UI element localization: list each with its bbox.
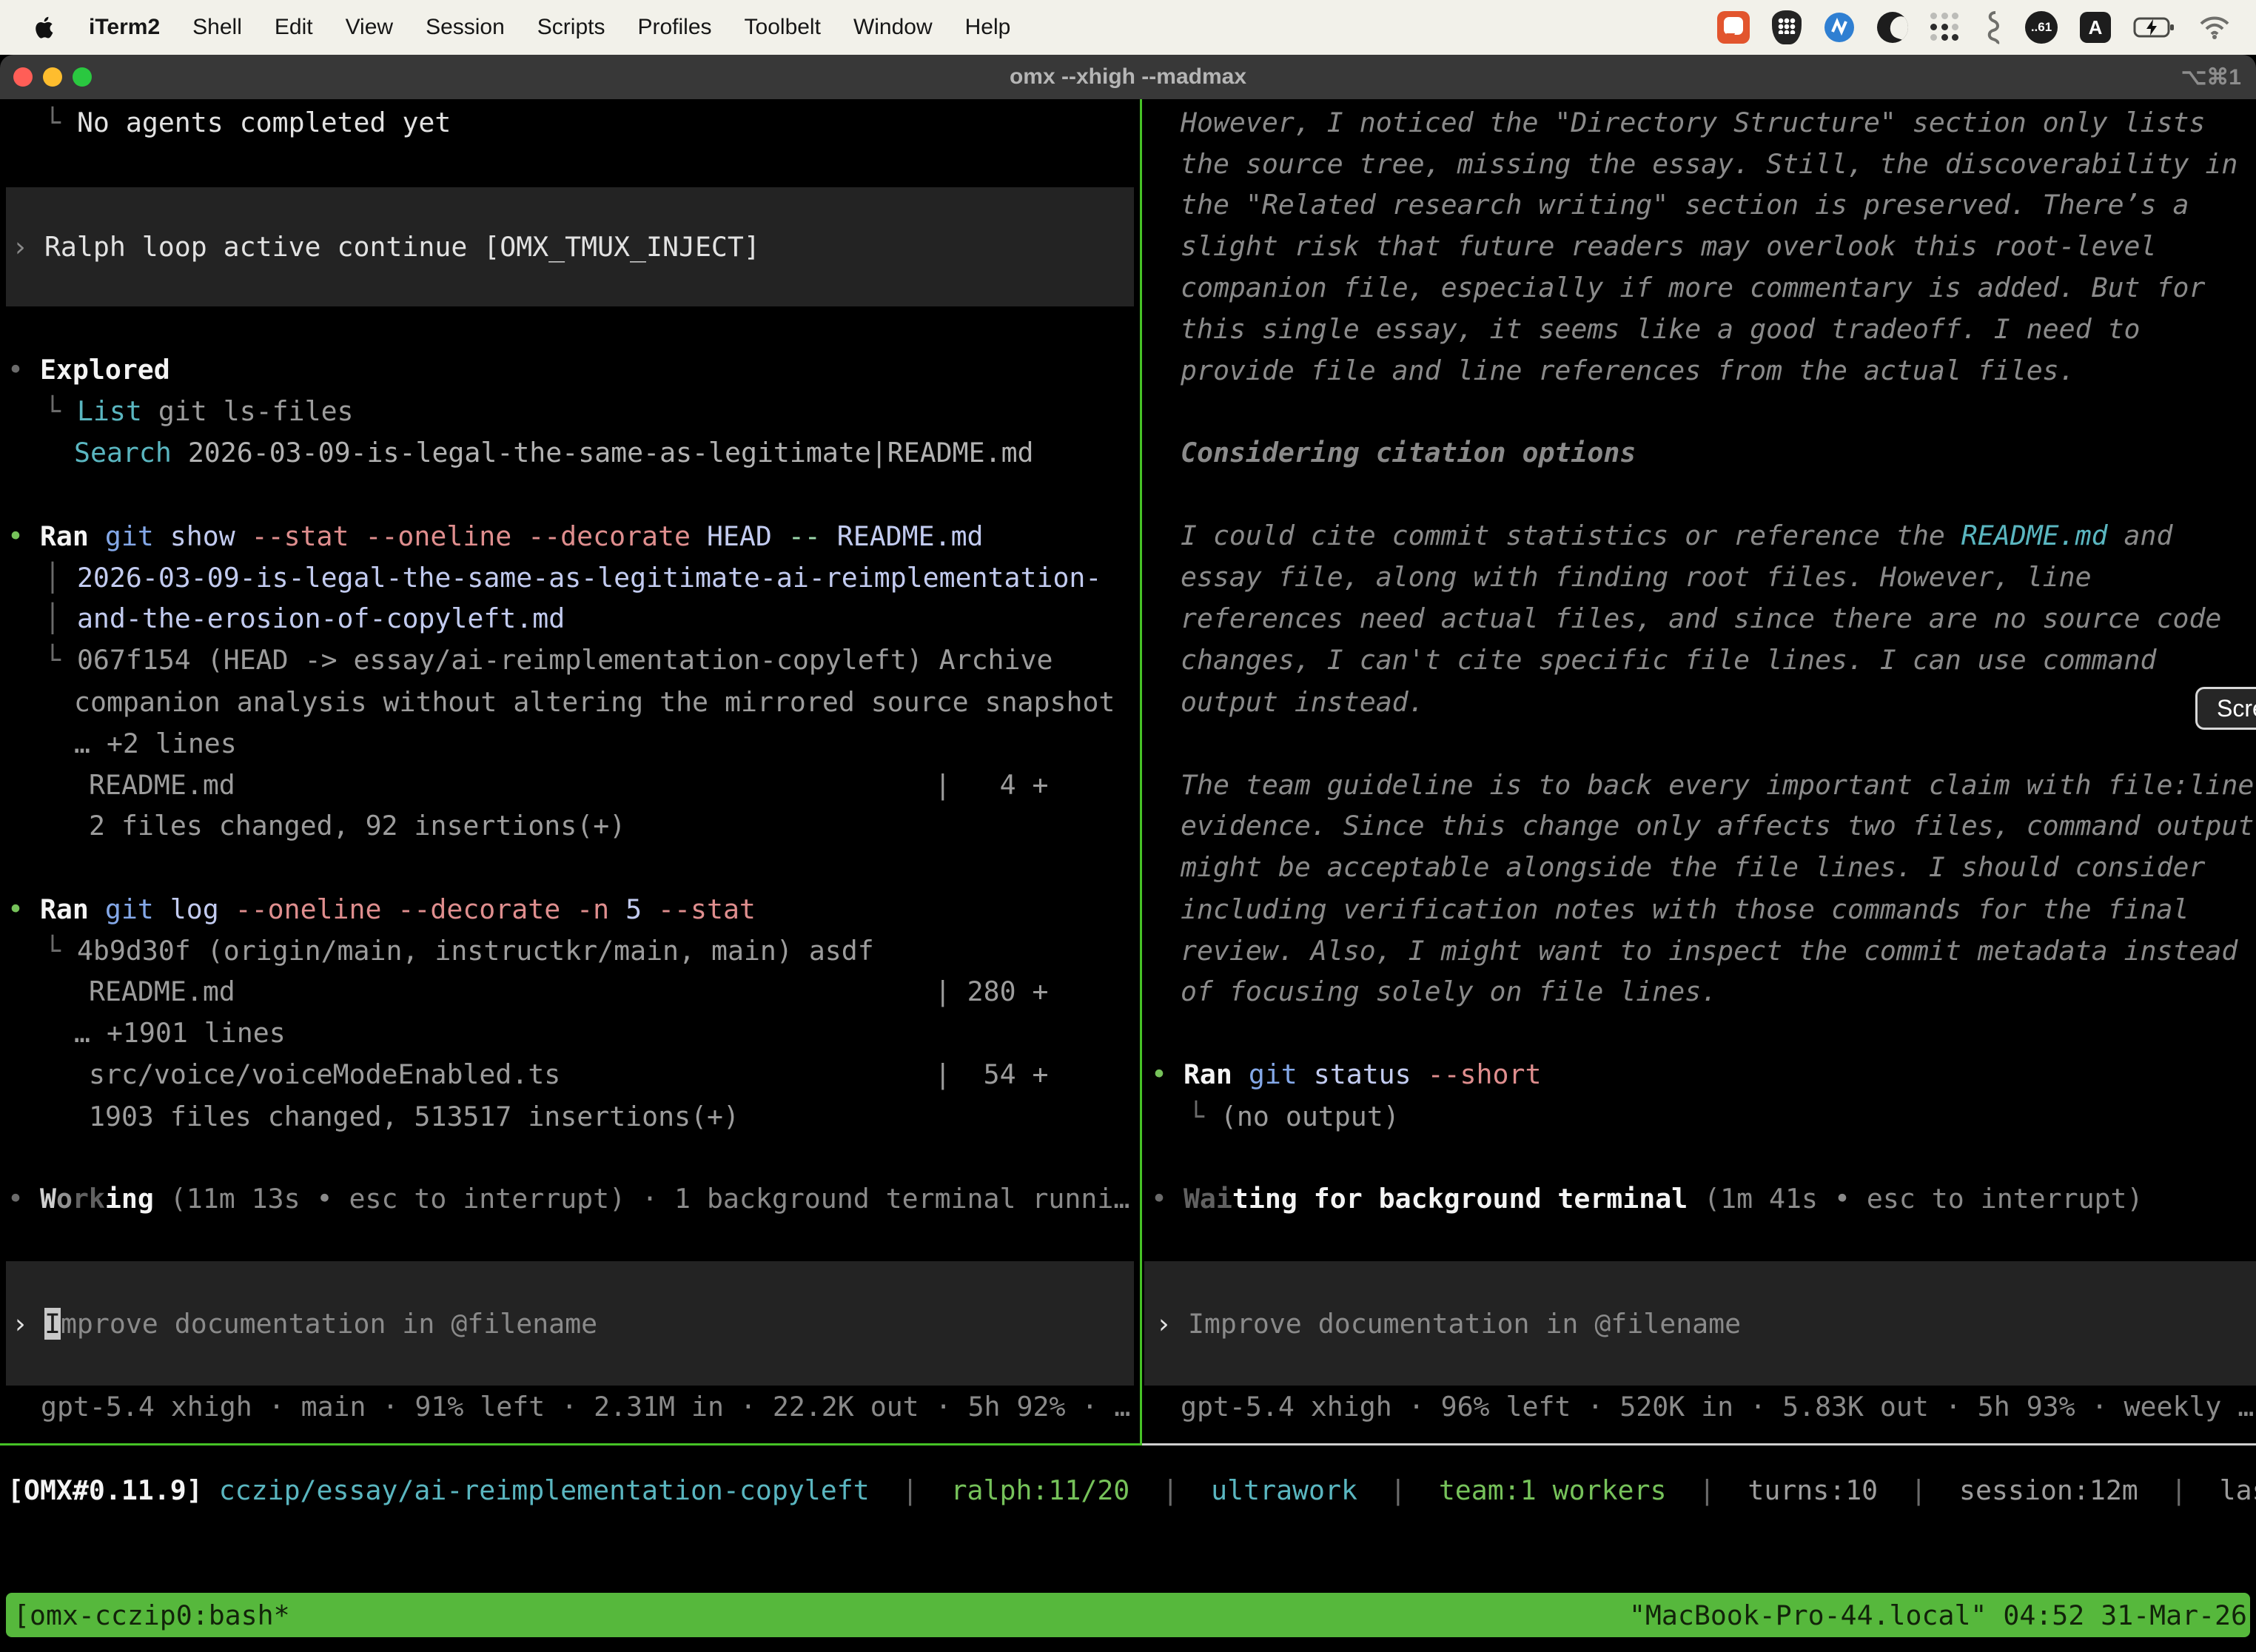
- diffstat-line: README.md | 4 +: [89, 768, 1049, 803]
- output-line: └ 067f154 (HEAD -> essay/ai-reimplementa…: [44, 642, 1053, 678]
- working-status-line: • Working (11m 13s • esc to interrupt) ·…: [7, 1181, 1129, 1217]
- ralph-loop-line: › Ralph loop active continue [OMX_TMUX_I…: [12, 229, 760, 265]
- diffstat-line: src/voice/voiceModeEnabled.ts | 54 +: [89, 1057, 1049, 1092]
- waiting-status-line: • Waiting for background terminal (1m 41…: [1151, 1181, 2143, 1217]
- battery-icon[interactable]: [2133, 16, 2176, 38]
- notification-toast: Scre: [2195, 687, 2256, 730]
- dark-app-icon[interactable]: [1877, 12, 1908, 43]
- thinking-line: this single essay, it seems like a good …: [1181, 312, 2141, 347]
- menu-item-profiles[interactable]: Profiles: [637, 15, 711, 40]
- diffstat-line: README.md | 280 +: [89, 974, 1049, 1010]
- diffstat-line: 1903 files changed, 513517 insertions(+): [89, 1099, 739, 1135]
- window-title-bar: omx --xhigh --madmax ⌥⌘1: [0, 55, 2256, 99]
- agents-status-line: └ No agents completed yet: [44, 105, 451, 141]
- explored-search-line: Search 2026-03-09-is-legal-the-same-as-l…: [74, 435, 1034, 471]
- menu-item-edit[interactable]: Edit: [275, 15, 313, 40]
- tmux-session-label: [omx-cczip0:bash*: [6, 1599, 290, 1631]
- menu-item-window[interactable]: Window: [853, 15, 933, 40]
- thinking-line: of focusing solely on file lines.: [1181, 974, 1717, 1010]
- squiggle-icon[interactable]: [1982, 10, 2003, 45]
- command-line: • Ran git status --short: [1151, 1057, 1541, 1092]
- screen-record-icon[interactable]: [1717, 11, 1750, 44]
- terminal: └ No agents completed yet › Ralph loop ac…: [0, 99, 2256, 1652]
- pane-divider[interactable]: [1140, 99, 1142, 1446]
- wifi-icon[interactable]: [2198, 15, 2231, 40]
- command-line: • Ran git log --oneline --decorate -n 5 …: [7, 892, 756, 927]
- output-line: … +1901 lines: [74, 1015, 286, 1051]
- thinking-line: output instead.: [1181, 685, 1425, 720]
- explored-list-line: └ List git ls-files: [44, 394, 354, 429]
- counter-badge-icon[interactable]: ..61: [2025, 11, 2058, 44]
- tmux-status-bar: [omx-cczip0:bash* "MacBook-Pro-44.local"…: [6, 1593, 2250, 1637]
- thinking-line: However, I noticed the "Directory Struct…: [1181, 105, 2205, 141]
- thinking-line: the source tree, missing the essay. Stil…: [1181, 147, 2237, 182]
- command-arg-wrap: │ 2026-03-09-is-legal-the-same-as-legiti…: [44, 560, 1101, 596]
- apple-icon[interactable]: [34, 14, 56, 41]
- thinking-heading: Considering citation options: [1181, 435, 1636, 471]
- thinking-line: might be acceptable alongside the file l…: [1181, 850, 2205, 885]
- diffstat-line: 2 files changed, 92 insertions(+): [89, 808, 625, 844]
- menu-item-shell[interactable]: Shell: [192, 15, 242, 40]
- menu-item-toolbelt[interactable]: Toolbelt: [745, 15, 821, 40]
- thinking-line: slight risk that future readers may over…: [1181, 229, 2157, 264]
- menu-item-view[interactable]: View: [346, 15, 393, 40]
- command-arg-wrap: │ and-the-erosion-of-copyleft.md: [44, 601, 565, 637]
- left-pane-bottom-border: [0, 1443, 1140, 1446]
- thinking-line: essay file, along with finding root file…: [1181, 560, 2092, 595]
- output-line: … +2 lines: [74, 726, 237, 762]
- window-shortcut: ⌥⌘1: [2181, 64, 2241, 90]
- menu-item-iterm2[interactable]: iTerm2: [89, 15, 160, 40]
- output-line: └ 4b9d30f (origin/main, instructkr/main,…: [44, 933, 874, 969]
- shield-grid-icon[interactable]: [1772, 10, 1802, 44]
- command-line: • Ran git show --stat --oneline --decora…: [7, 519, 984, 554]
- model-status-line: gpt-5.4 xhigh · 96% left · 520K in · 5.8…: [1181, 1389, 2254, 1425]
- macos-menu-bar: iTerm2 Shell Edit View Session Scripts Profile…: [0, 0, 2256, 55]
- omx-status-line: [OMX#0.11.9] cczip/essay/ai-reimplementa…: [7, 1473, 2256, 1508]
- model-status-line: gpt-5.4 xhigh · main · 91% left · 2.31M …: [41, 1389, 1130, 1425]
- thinking-line: references need actual files, and since …: [1181, 601, 2221, 637]
- menu-status-icons: ..61 A: [1717, 10, 2256, 45]
- menu-item-help[interactable]: Help: [965, 15, 1011, 40]
- prompt-input-line: › Improve documentation in @filename: [1155, 1306, 1741, 1342]
- letter-a-badge-icon[interactable]: A: [2080, 12, 2111, 43]
- output-line: companion analysis without altering the …: [74, 685, 1115, 720]
- output-line: └ (no output): [1188, 1099, 1400, 1135]
- tmux-host-clock: "MacBook-Pro-44.local" 04:52 31-Mar-26: [1629, 1599, 2250, 1631]
- menu-item-scripts[interactable]: Scripts: [537, 15, 605, 40]
- right-pane-bottom-border: [1142, 1443, 2256, 1446]
- thinking-line: evidence. Since this change only affects…: [1181, 808, 2254, 844]
- thinking-line: including verification notes with those …: [1181, 892, 2189, 927]
- thinking-line: The team guideline is to back every impo…: [1181, 768, 2254, 803]
- prompt-input-line: › Improve documentation in @filename: [12, 1306, 597, 1342]
- thinking-line: provide file and line references from th…: [1181, 353, 2075, 389]
- window-title: omx --xhigh --madmax: [0, 64, 2256, 90]
- thinking-line: changes, I can't cite specific file line…: [1181, 642, 2157, 678]
- explored-header: • Explored: [7, 352, 170, 388]
- thinking-line: companion file, especially if more comme…: [1181, 270, 2205, 306]
- thinking-line: I could cite commit statistics or refere…: [1181, 518, 2172, 554]
- menu-items: iTerm2 Shell Edit View Session Scripts Profile…: [0, 14, 1010, 41]
- menu-item-session[interactable]: Session: [426, 15, 505, 40]
- dots-grid-icon[interactable]: [1930, 13, 1960, 42]
- thinking-line: the "Related research writing" section i…: [1181, 187, 2189, 223]
- sync-badge-icon[interactable]: [1824, 12, 1855, 43]
- thinking-line: review. Also, I might want to inspect th…: [1181, 933, 2237, 969]
